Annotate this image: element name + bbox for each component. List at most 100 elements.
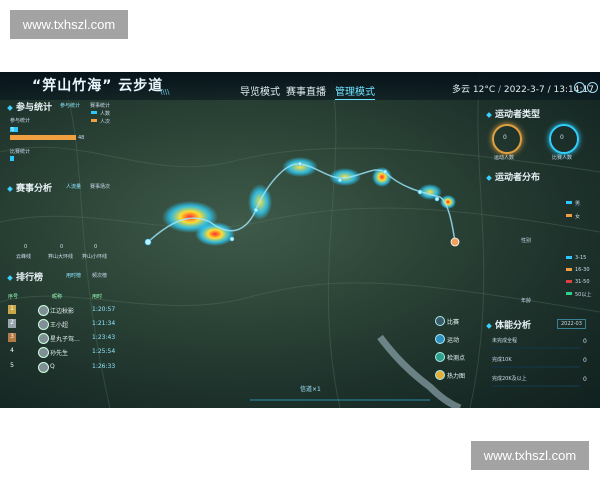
top-bar: “笄山竹海” 云步道 \\\\ 导览模式 赛事直播 管理模式 多云 12°C /… [0, 72, 600, 100]
tab-frequency-ranking[interactable]: 频次榜 [92, 272, 107, 279]
legend-female: 女 [575, 214, 581, 220]
rank-number: 3 [8, 333, 16, 342]
tab-event-count[interactable]: 赛事场次 [90, 183, 110, 190]
checkpoint-icon [435, 352, 445, 362]
gauge-competition-count [549, 124, 579, 154]
tab-event-stats[interactable]: 赛事统计 [90, 102, 110, 109]
heatmap-icon [435, 370, 445, 380]
legend-swatch-female [566, 214, 572, 217]
nav-tour-mode[interactable]: 导览模式 [240, 83, 280, 98]
rank-name: 王小超 [50, 322, 69, 329]
settings-icon[interactable] [574, 82, 585, 93]
fitness-progress-3 [492, 385, 580, 387]
trophy-icon [435, 316, 445, 326]
legend-swatch-male [566, 201, 572, 204]
runner-icon [435, 334, 445, 344]
legend-age-4: 50以上 [575, 292, 592, 298]
legend-swatch-people [91, 111, 97, 114]
stat-label-2: 笄山大环线 [48, 254, 74, 260]
route-heatmap [162, 157, 456, 246]
avatar [38, 333, 49, 344]
diamond-icon [486, 322, 492, 329]
gauge-competition-label: 比赛人数 [552, 155, 573, 161]
rank-time: 1:21:34 [92, 320, 116, 327]
age-axis-label: 年龄 [521, 298, 532, 304]
stat-value-3: 0 [94, 244, 98, 250]
avatar [38, 305, 49, 316]
competition-sub-label: 比赛统计 [10, 149, 31, 155]
rank-number: 1 [8, 305, 16, 314]
stat-value-2: 0 [60, 244, 64, 250]
fitness-progress-2 [492, 366, 580, 368]
rank-time: 1:23:43 [92, 334, 116, 341]
header-rank: 序号 [8, 294, 19, 300]
date-picker[interactable]: 2022-03 [557, 319, 586, 329]
tab-time-ranking[interactable]: 用时榜 [66, 272, 81, 279]
legend-age-1: 3-15 [575, 255, 587, 261]
section-fitness-analysis: 体能分析 [486, 318, 531, 331]
header-nickname: 昵称 [52, 294, 63, 300]
section-athlete-distribution: 运动者分布 [486, 170, 540, 183]
rank-number: 4 [10, 347, 14, 354]
gauge-sport-label: 运动人数 [494, 155, 515, 161]
fitness-value-3: 0 [583, 376, 587, 383]
diamond-icon [486, 174, 492, 181]
table-row[interactable]: 4 孙先生 1:25:54 [8, 346, 115, 359]
rank-name: Q [50, 363, 55, 370]
fitness-label-2: 完成10K [492, 357, 512, 363]
table-row[interactable]: 3 星丸子驾… 1:23:43 [8, 332, 115, 345]
stat-label-3: 笄山小环线 [82, 254, 108, 260]
legend-male: 男 [575, 201, 581, 207]
fitness-label-3: 完成20K及以上 [492, 376, 527, 382]
table-row[interactable]: 1 江边秋影 1:20:57 [8, 304, 115, 317]
legend-swatch-age-3 [566, 280, 572, 283]
section-event-analysis: 赛事分析 [7, 181, 52, 194]
gauge-sport-count [492, 124, 522, 154]
table-row[interactable]: 5 Q 1:26:33 [8, 361, 115, 374]
avatar [38, 347, 49, 358]
legend-swatch-age-1 [566, 256, 572, 259]
section-ranking: 排行榜 [7, 270, 43, 283]
dashboard-screen: “笄山竹海” 云步道 \\\\ 导览模式 赛事直播 管理模式 多云 12°C /… [0, 72, 600, 408]
rank-name: 孙先生 [50, 350, 69, 357]
header-time: 用时 [92, 294, 103, 300]
gauge-competition-value: 0 [560, 134, 564, 141]
rank-number: 5 [10, 362, 14, 369]
bar-people-value: 5 [11, 127, 15, 133]
section-athlete-type: 运动者类型 [486, 107, 540, 120]
map-bottom-label: 信道×1 [300, 386, 321, 393]
fullscreen-icon[interactable] [587, 82, 598, 93]
gauge-sport-value: 0 [503, 134, 507, 141]
bar-competition [10, 156, 14, 161]
bar-visits-value: 48 [78, 135, 85, 141]
bar-visits [10, 135, 76, 140]
watermark-top: www.txhszl.com [10, 10, 128, 39]
diamond-icon [486, 111, 492, 118]
rank-time: 1:26:33 [92, 363, 116, 370]
page-title: “笄山竹海” 云步道 [32, 78, 164, 94]
stat-label-1: 云峰线 [16, 254, 32, 260]
fitness-label-1: 未完成全程 [492, 338, 518, 344]
nav-management-mode[interactable]: 管理模式 [335, 83, 375, 100]
tab-traffic[interactable]: 人流量 [66, 183, 81, 190]
nav-live-event[interactable]: 赛事直播 [286, 83, 326, 98]
gender-axis-label: 性别 [521, 238, 532, 244]
rank-number: 2 [8, 319, 16, 328]
table-row[interactable]: 2 王小超 1:21:34 [8, 318, 115, 331]
status-bar: 多云 12°C / 2022-3-7 / 13:14:17 [452, 85, 594, 95]
stat-value-1: 0 [24, 244, 28, 250]
fitness-value-1: 0 [583, 338, 587, 345]
diamond-icon [7, 104, 13, 111]
avatar [38, 319, 49, 330]
tab-participation-stats[interactable]: 参与统计 [60, 102, 80, 109]
rank-time: 1:20:57 [92, 306, 116, 313]
legend-age-3: 31-50 [575, 279, 590, 285]
endpoint-marker[interactable] [450, 237, 460, 247]
legend-visits: 人次 [100, 119, 111, 125]
legend-people: 人数 [100, 111, 111, 117]
section-participation: 参与统计 [7, 100, 52, 113]
participation-sub-label: 参与统计 [10, 118, 31, 124]
fitness-value-2: 0 [583, 357, 587, 364]
legend-age-2: 16-30 [575, 267, 590, 273]
avatar [38, 362, 49, 373]
